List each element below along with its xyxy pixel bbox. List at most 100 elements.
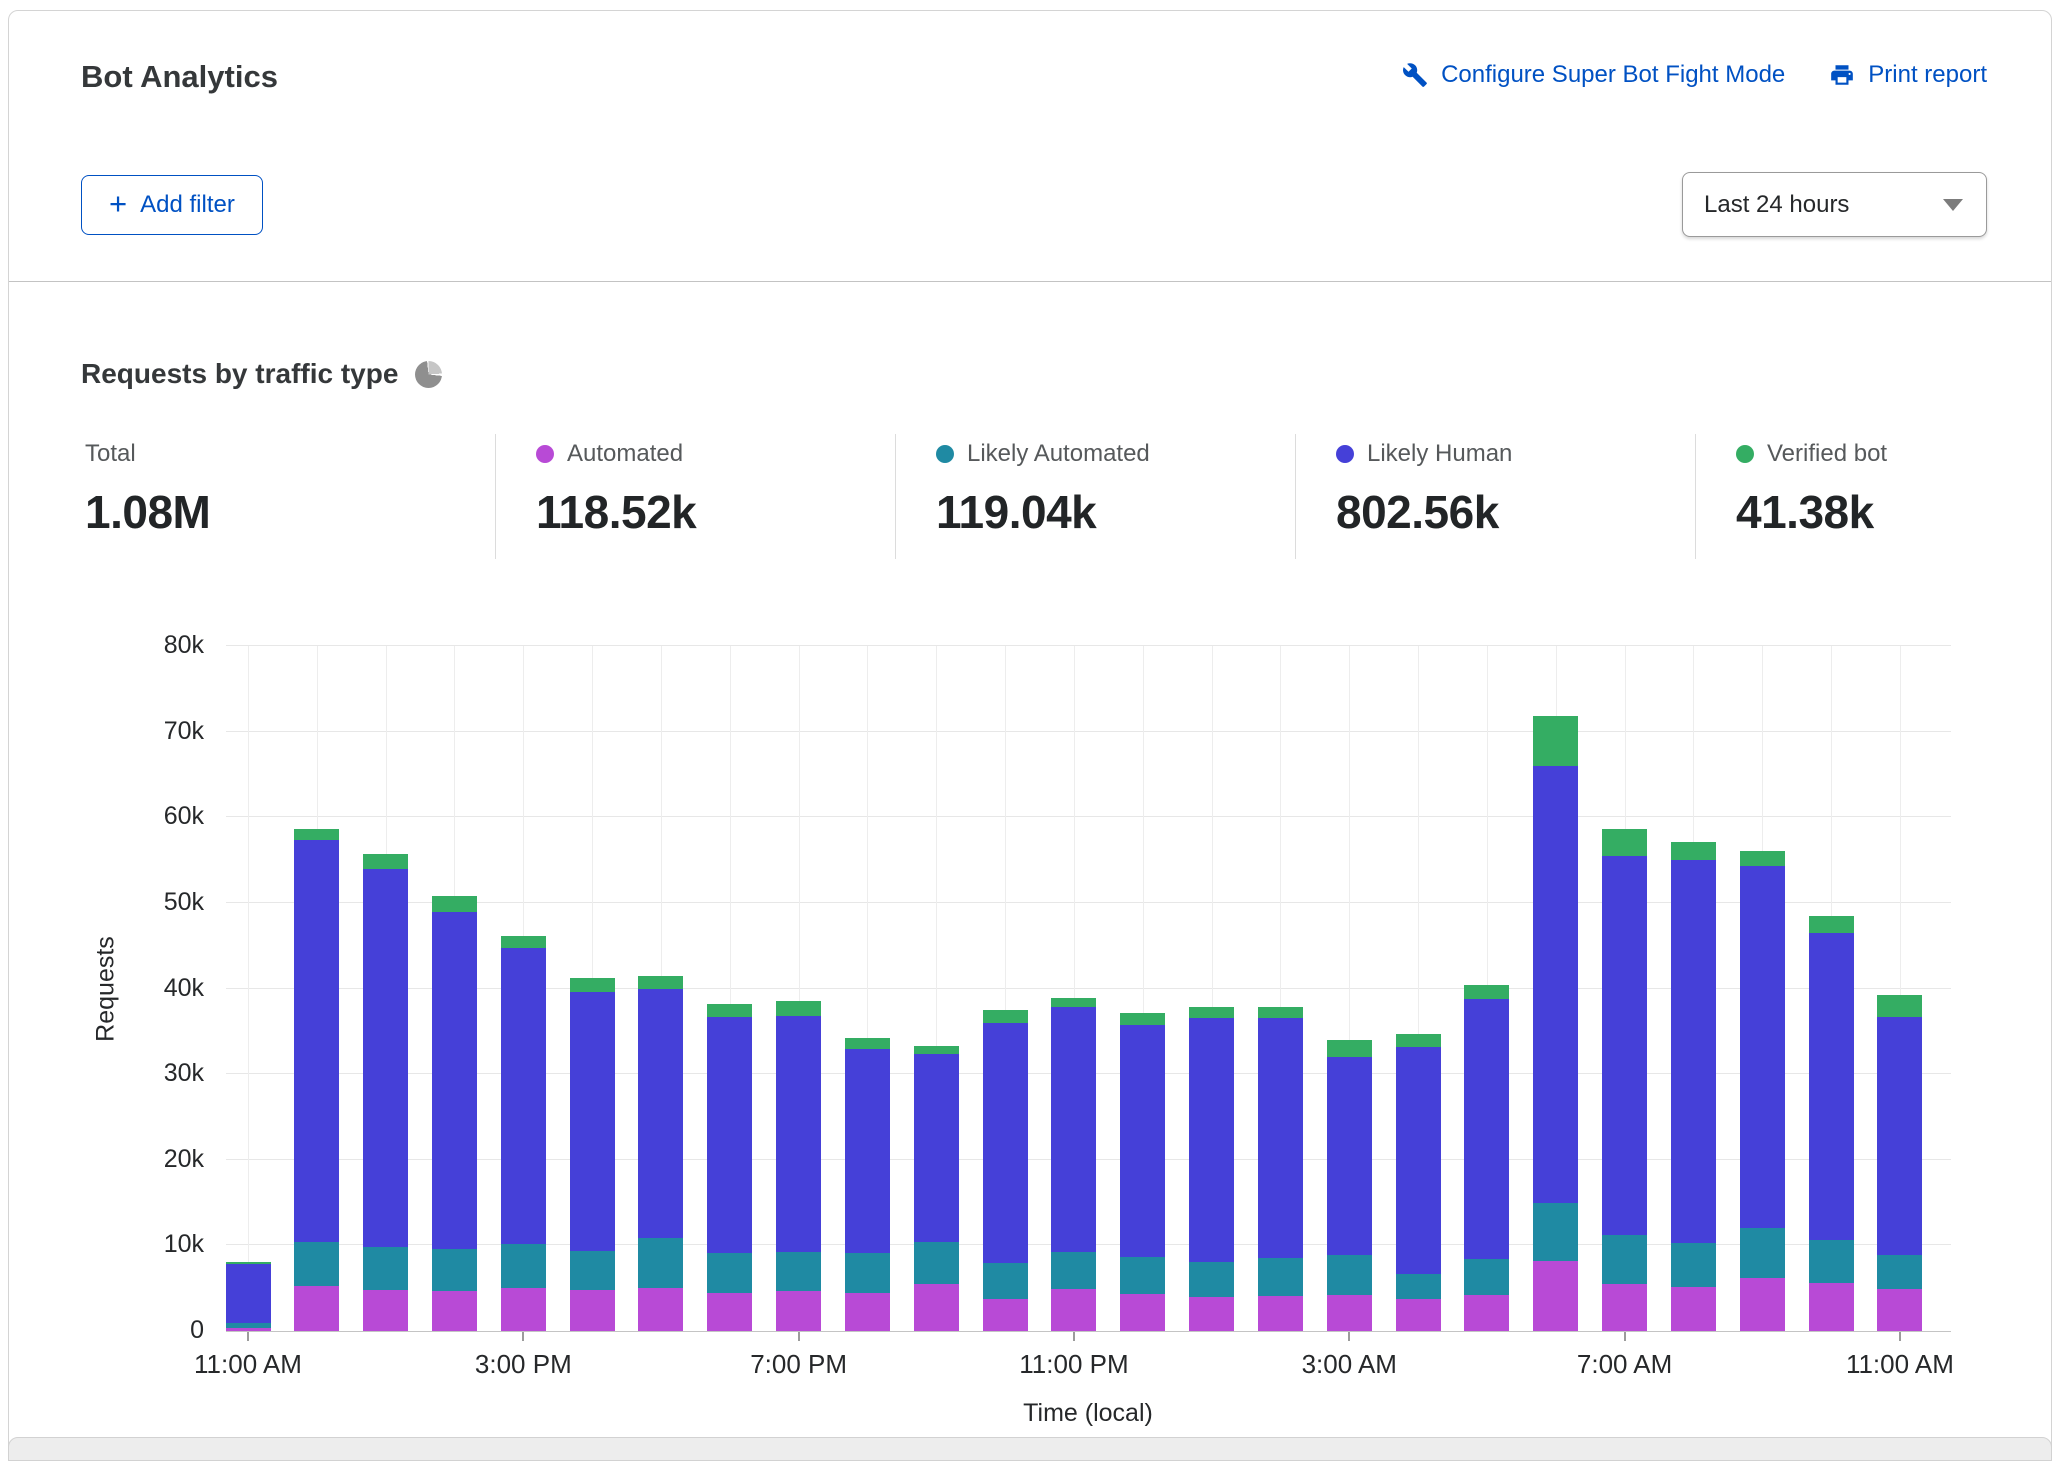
bar-segment-likely-human[interactable] bbox=[638, 989, 683, 1237]
bar-segment-likely-automated[interactable] bbox=[1327, 1255, 1372, 1295]
bar-segment-automated[interactable] bbox=[363, 1290, 408, 1331]
bar-segment-likely-automated[interactable] bbox=[1120, 1257, 1165, 1295]
bar-segment-verified-bot[interactable] bbox=[363, 854, 408, 869]
bar-segment-automated[interactable] bbox=[1396, 1299, 1441, 1331]
print-report-link[interactable]: Print report bbox=[1829, 61, 1987, 89]
bar-segment-automated[interactable] bbox=[1327, 1295, 1372, 1331]
chart-bar[interactable] bbox=[570, 978, 615, 1331]
bar-segment-automated[interactable] bbox=[845, 1293, 890, 1331]
bar-segment-likely-human[interactable] bbox=[1327, 1057, 1372, 1255]
bar-segment-likely-automated[interactable] bbox=[432, 1249, 477, 1291]
bar-segment-likely-automated[interactable] bbox=[294, 1242, 339, 1286]
chart-bar[interactable] bbox=[983, 1010, 1028, 1331]
bar-segment-verified-bot[interactable] bbox=[1396, 1034, 1441, 1047]
bar-segment-likely-human[interactable] bbox=[1464, 999, 1509, 1259]
time-range-select[interactable]: Last 24 hours bbox=[1682, 172, 1987, 237]
bar-segment-likely-human[interactable] bbox=[1189, 1018, 1234, 1262]
bar-segment-automated[interactable] bbox=[1671, 1287, 1716, 1331]
bar-segment-automated[interactable] bbox=[432, 1291, 477, 1331]
bar-segment-likely-automated[interactable] bbox=[1189, 1262, 1234, 1297]
chart-bar[interactable] bbox=[1396, 1034, 1441, 1331]
bar-segment-automated[interactable] bbox=[1189, 1297, 1234, 1331]
bar-segment-likely-automated[interactable] bbox=[1671, 1243, 1716, 1288]
bar-segment-verified-bot[interactable] bbox=[1051, 998, 1096, 1007]
chart-bar[interactable] bbox=[1671, 842, 1716, 1331]
bar-segment-likely-human[interactable] bbox=[1258, 1018, 1303, 1258]
bar-segment-verified-bot[interactable] bbox=[570, 978, 615, 992]
bar-segment-likely-automated[interactable] bbox=[1533, 1203, 1578, 1261]
bar-segment-likely-human[interactable] bbox=[983, 1023, 1028, 1264]
bar-segment-likely-automated[interactable] bbox=[1602, 1235, 1647, 1284]
bar-segment-likely-human[interactable] bbox=[501, 948, 546, 1243]
bar-segment-likely-automated[interactable] bbox=[845, 1253, 890, 1293]
bar-segment-verified-bot[interactable] bbox=[1740, 851, 1785, 866]
bar-segment-verified-bot[interactable] bbox=[1327, 1040, 1372, 1057]
bar-segment-automated[interactable] bbox=[1602, 1284, 1647, 1331]
stat-likely-human[interactable]: Likely Human 802.56k bbox=[1295, 434, 1695, 559]
chart-bar[interactable] bbox=[1877, 995, 1922, 1332]
bar-segment-likely-human[interactable] bbox=[707, 1017, 752, 1253]
bar-segment-automated[interactable] bbox=[226, 1328, 271, 1331]
bar-segment-likely-human[interactable] bbox=[432, 912, 477, 1249]
chart-bar[interactable] bbox=[1602, 829, 1647, 1331]
bar-segment-verified-bot[interactable] bbox=[432, 896, 477, 912]
configure-super-bot-fight-mode-link[interactable]: Configure Super Bot Fight Mode bbox=[1402, 61, 1785, 89]
chart-bar[interactable] bbox=[1120, 1013, 1165, 1331]
bar-segment-likely-automated[interactable] bbox=[1809, 1240, 1854, 1283]
bar-segment-likely-human[interactable] bbox=[1809, 933, 1854, 1240]
bar-segment-automated[interactable] bbox=[1051, 1289, 1096, 1331]
bar-segment-verified-bot[interactable] bbox=[1809, 916, 1854, 933]
bar-segment-automated[interactable] bbox=[1258, 1296, 1303, 1331]
bar-segment-likely-automated[interactable] bbox=[1258, 1258, 1303, 1296]
chart-bar[interactable] bbox=[1051, 998, 1096, 1331]
bar-segment-likely-automated[interactable] bbox=[914, 1242, 959, 1284]
bar-segment-likely-human[interactable] bbox=[1396, 1047, 1441, 1274]
chart-bar[interactable] bbox=[845, 1038, 890, 1331]
bar-segment-automated[interactable] bbox=[1877, 1289, 1922, 1331]
bar-segment-automated[interactable] bbox=[983, 1299, 1028, 1331]
bar-segment-likely-human[interactable] bbox=[1740, 866, 1785, 1228]
chart-bar[interactable] bbox=[363, 854, 408, 1331]
bar-segment-automated[interactable] bbox=[1533, 1261, 1578, 1331]
bar-segment-automated[interactable] bbox=[776, 1291, 821, 1331]
bar-segment-verified-bot[interactable] bbox=[983, 1010, 1028, 1023]
bar-segment-automated[interactable] bbox=[1120, 1294, 1165, 1331]
bar-segment-likely-human[interactable] bbox=[1602, 856, 1647, 1235]
bar-segment-likely-human[interactable] bbox=[570, 992, 615, 1251]
chart-bar[interactable] bbox=[776, 1001, 821, 1331]
bar-segment-automated[interactable] bbox=[1740, 1278, 1785, 1331]
bar-segment-likely-human[interactable] bbox=[1051, 1007, 1096, 1253]
bar-segment-likely-automated[interactable] bbox=[983, 1263, 1028, 1299]
chart-bar[interactable] bbox=[432, 896, 477, 1331]
chart-bar[interactable] bbox=[1327, 1040, 1372, 1331]
bar-segment-likely-automated[interactable] bbox=[1740, 1228, 1785, 1278]
bar-segment-verified-bot[interactable] bbox=[1120, 1013, 1165, 1025]
bar-segment-verified-bot[interactable] bbox=[1189, 1007, 1234, 1018]
chart-bar[interactable] bbox=[1809, 916, 1854, 1331]
stat-verified-bot[interactable]: Verified bot 41.38k bbox=[1695, 434, 2062, 559]
bar-segment-likely-human[interactable] bbox=[1877, 1017, 1922, 1255]
bar-segment-likely-human[interactable] bbox=[226, 1264, 271, 1323]
stat-total[interactable]: Total 1.08M bbox=[81, 434, 495, 559]
bar-segment-verified-bot[interactable] bbox=[707, 1004, 752, 1017]
bar-segment-verified-bot[interactable] bbox=[914, 1046, 959, 1055]
chart-bar[interactable] bbox=[1464, 985, 1509, 1331]
stat-likely-automated[interactable]: Likely Automated 119.04k bbox=[895, 434, 1295, 559]
bar-segment-likely-human[interactable] bbox=[294, 840, 339, 1242]
bar-segment-likely-human[interactable] bbox=[845, 1049, 890, 1253]
chart-bar[interactable] bbox=[501, 936, 546, 1331]
bar-segment-verified-bot[interactable] bbox=[1877, 995, 1922, 1017]
bar-segment-likely-automated[interactable] bbox=[1877, 1255, 1922, 1289]
bar-segment-verified-bot[interactable] bbox=[1258, 1007, 1303, 1018]
bar-segment-likely-human[interactable] bbox=[1533, 766, 1578, 1203]
bar-segment-verified-bot[interactable] bbox=[294, 829, 339, 840]
add-filter-button[interactable]: + Add filter bbox=[81, 175, 263, 235]
bar-segment-verified-bot[interactable] bbox=[776, 1001, 821, 1016]
bar-segment-automated[interactable] bbox=[570, 1290, 615, 1331]
chart-bar[interactable] bbox=[226, 1262, 271, 1331]
bar-segment-likely-automated[interactable] bbox=[363, 1247, 408, 1290]
bar-segment-likely-automated[interactable] bbox=[638, 1238, 683, 1289]
bar-segment-likely-human[interactable] bbox=[1671, 860, 1716, 1243]
chart-bar[interactable] bbox=[707, 1004, 752, 1331]
bar-segment-automated[interactable] bbox=[914, 1284, 959, 1331]
